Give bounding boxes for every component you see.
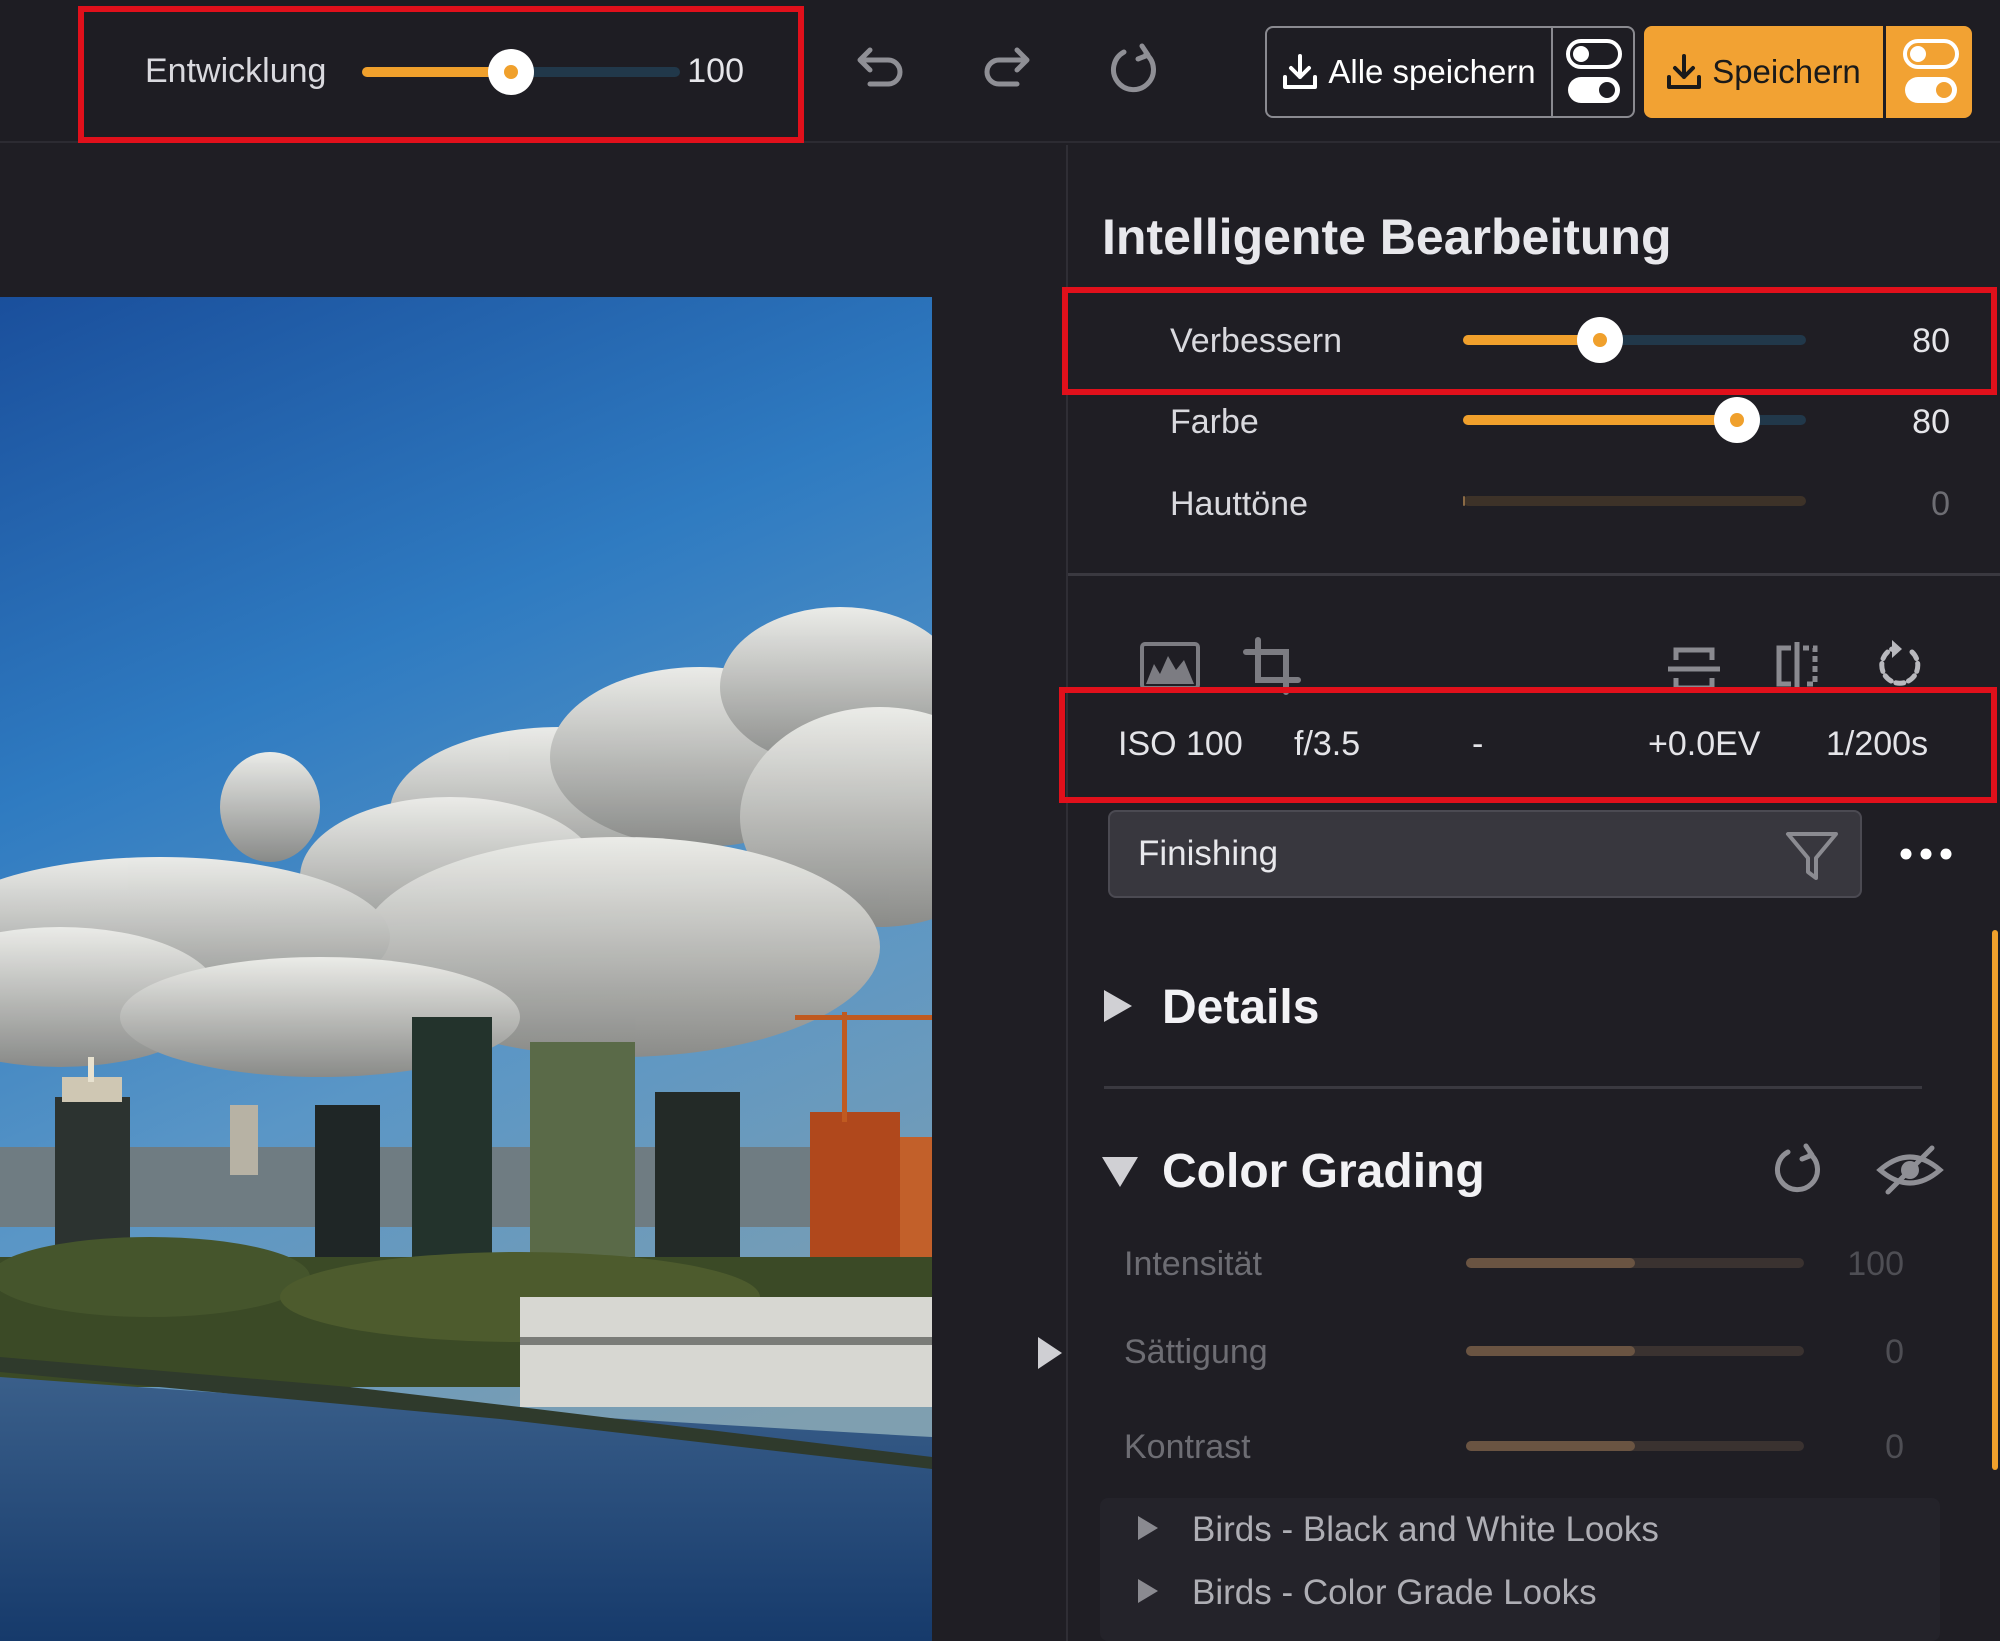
eye-hidden-icon[interactable] <box>1874 1138 1946 1202</box>
toggle-icon <box>1902 39 1959 103</box>
skin-tones-value: 0 <box>1931 485 1950 523</box>
redo-icon[interactable] <box>975 38 1039 102</box>
save-options-toggle[interactable] <box>1889 26 1972 118</box>
enhance-slider-knob[interactable] <box>1577 317 1624 363</box>
panel-collapse-toggle[interactable] <box>1034 1333 1064 1373</box>
enhance-label: Verbessern <box>1170 322 1342 360</box>
download-icon <box>1283 54 1318 89</box>
color-slider[interactable] <box>1463 397 1806 443</box>
development-slider-knob[interactable] <box>488 49 535 95</box>
preset-group-item[interactable]: Birds - Black and White Looks <box>1192 1510 1659 1550</box>
save-all-options-toggle[interactable] <box>1555 28 1633 116</box>
photo-preview[interactable] <box>0 297 932 1641</box>
intensity-slider[interactable] <box>1466 1258 1804 1268</box>
preset-filter-text: Finishing <box>1138 834 1279 873</box>
exif-shutter: 1/200s <box>1826 725 1929 763</box>
filter-icon[interactable] <box>1782 826 1842 886</box>
reset-icon[interactable] <box>1766 1138 1830 1202</box>
crop-icon[interactable] <box>1240 634 1304 698</box>
save-all-label: Alle speichern <box>1328 53 1536 90</box>
undo-icon[interactable] <box>848 38 912 102</box>
details-divider <box>1104 1086 1922 1089</box>
color-value: 80 <box>1912 403 1950 441</box>
save-button[interactable]: Speichern <box>1644 26 1886 118</box>
save-all-button-group: Alle speichern <box>1265 26 1635 118</box>
color-grading-section-title[interactable]: Color Grading <box>1162 1144 1485 1199</box>
preset-group-expand-icon[interactable] <box>1138 1516 1158 1540</box>
exif-exposure-bias: +0.0EV <box>1648 725 1761 763</box>
details-section-title[interactable]: Details <box>1162 980 1319 1035</box>
save-label: Speichern <box>1712 53 1861 90</box>
save-button-group: Speichern <box>1644 26 1972 118</box>
development-label: Entwicklung <box>145 52 327 90</box>
preset-filter-dropdown[interactable]: Finishing <box>1108 810 1862 898</box>
skin-tones-slider[interactable] <box>1463 496 1806 506</box>
enhance-value: 80 <box>1912 322 1950 360</box>
straighten-icon[interactable] <box>1662 634 1726 698</box>
intensity-value: 100 <box>1847 1245 1904 1283</box>
download-icon <box>1667 54 1702 89</box>
saturation-value: 0 <box>1885 1333 1904 1371</box>
details-expand-icon[interactable] <box>1104 990 1132 1022</box>
toolbar: Entwicklung 100 Alle speichern Speichern <box>0 0 2000 143</box>
flip-icon[interactable] <box>1765 634 1829 698</box>
contrast-label: Kontrast <box>1124 1428 1251 1466</box>
color-grading-collapse-icon[interactable] <box>1102 1157 1138 1187</box>
intensity-slider-fill <box>1466 1258 1635 1268</box>
saturation-slider-fill <box>1466 1346 1635 1356</box>
exif-iso: ISO 100 <box>1118 725 1243 763</box>
color-label: Farbe <box>1170 403 1259 441</box>
panel-title: Intelligente Bearbeitung <box>1102 209 1672 265</box>
histogram-icon[interactable] <box>1138 634 1202 698</box>
enhance-slider[interactable] <box>1463 317 1806 363</box>
color-slider-fill <box>1463 415 1738 425</box>
intensity-label: Intensität <box>1124 1245 1262 1283</box>
development-slider[interactable] <box>362 49 680 95</box>
more-icon[interactable] <box>1896 836 1956 872</box>
toggle-icon <box>1566 39 1622 103</box>
development-value: 100 <box>687 52 744 90</box>
triangle-right-icon <box>1038 1337 1062 1369</box>
reset-icon[interactable] <box>1102 38 1166 102</box>
section-divider <box>1068 573 2000 576</box>
save-all-button[interactable]: Alle speichern <box>1267 28 1553 116</box>
saturation-slider[interactable] <box>1466 1346 1804 1356</box>
contrast-value: 0 <box>1885 1428 1904 1466</box>
contrast-slider-fill <box>1466 1441 1635 1451</box>
skin-tones-slider-fill <box>1463 496 1465 506</box>
exif-focal-length: - <box>1472 725 1484 763</box>
rotate-icon[interactable] <box>1868 634 1932 698</box>
contrast-slider[interactable] <box>1466 1441 1804 1451</box>
preset-group-item[interactable]: Birds - Color Grade Looks <box>1192 1573 1597 1613</box>
preset-group-expand-icon[interactable] <box>1138 1579 1158 1603</box>
saturation-label: Sättigung <box>1124 1333 1268 1371</box>
exif-aperture: f/3.5 <box>1294 725 1361 763</box>
skin-tones-label: Hauttöne <box>1170 485 1308 523</box>
panel-scrollbar[interactable] <box>1992 930 1998 1470</box>
